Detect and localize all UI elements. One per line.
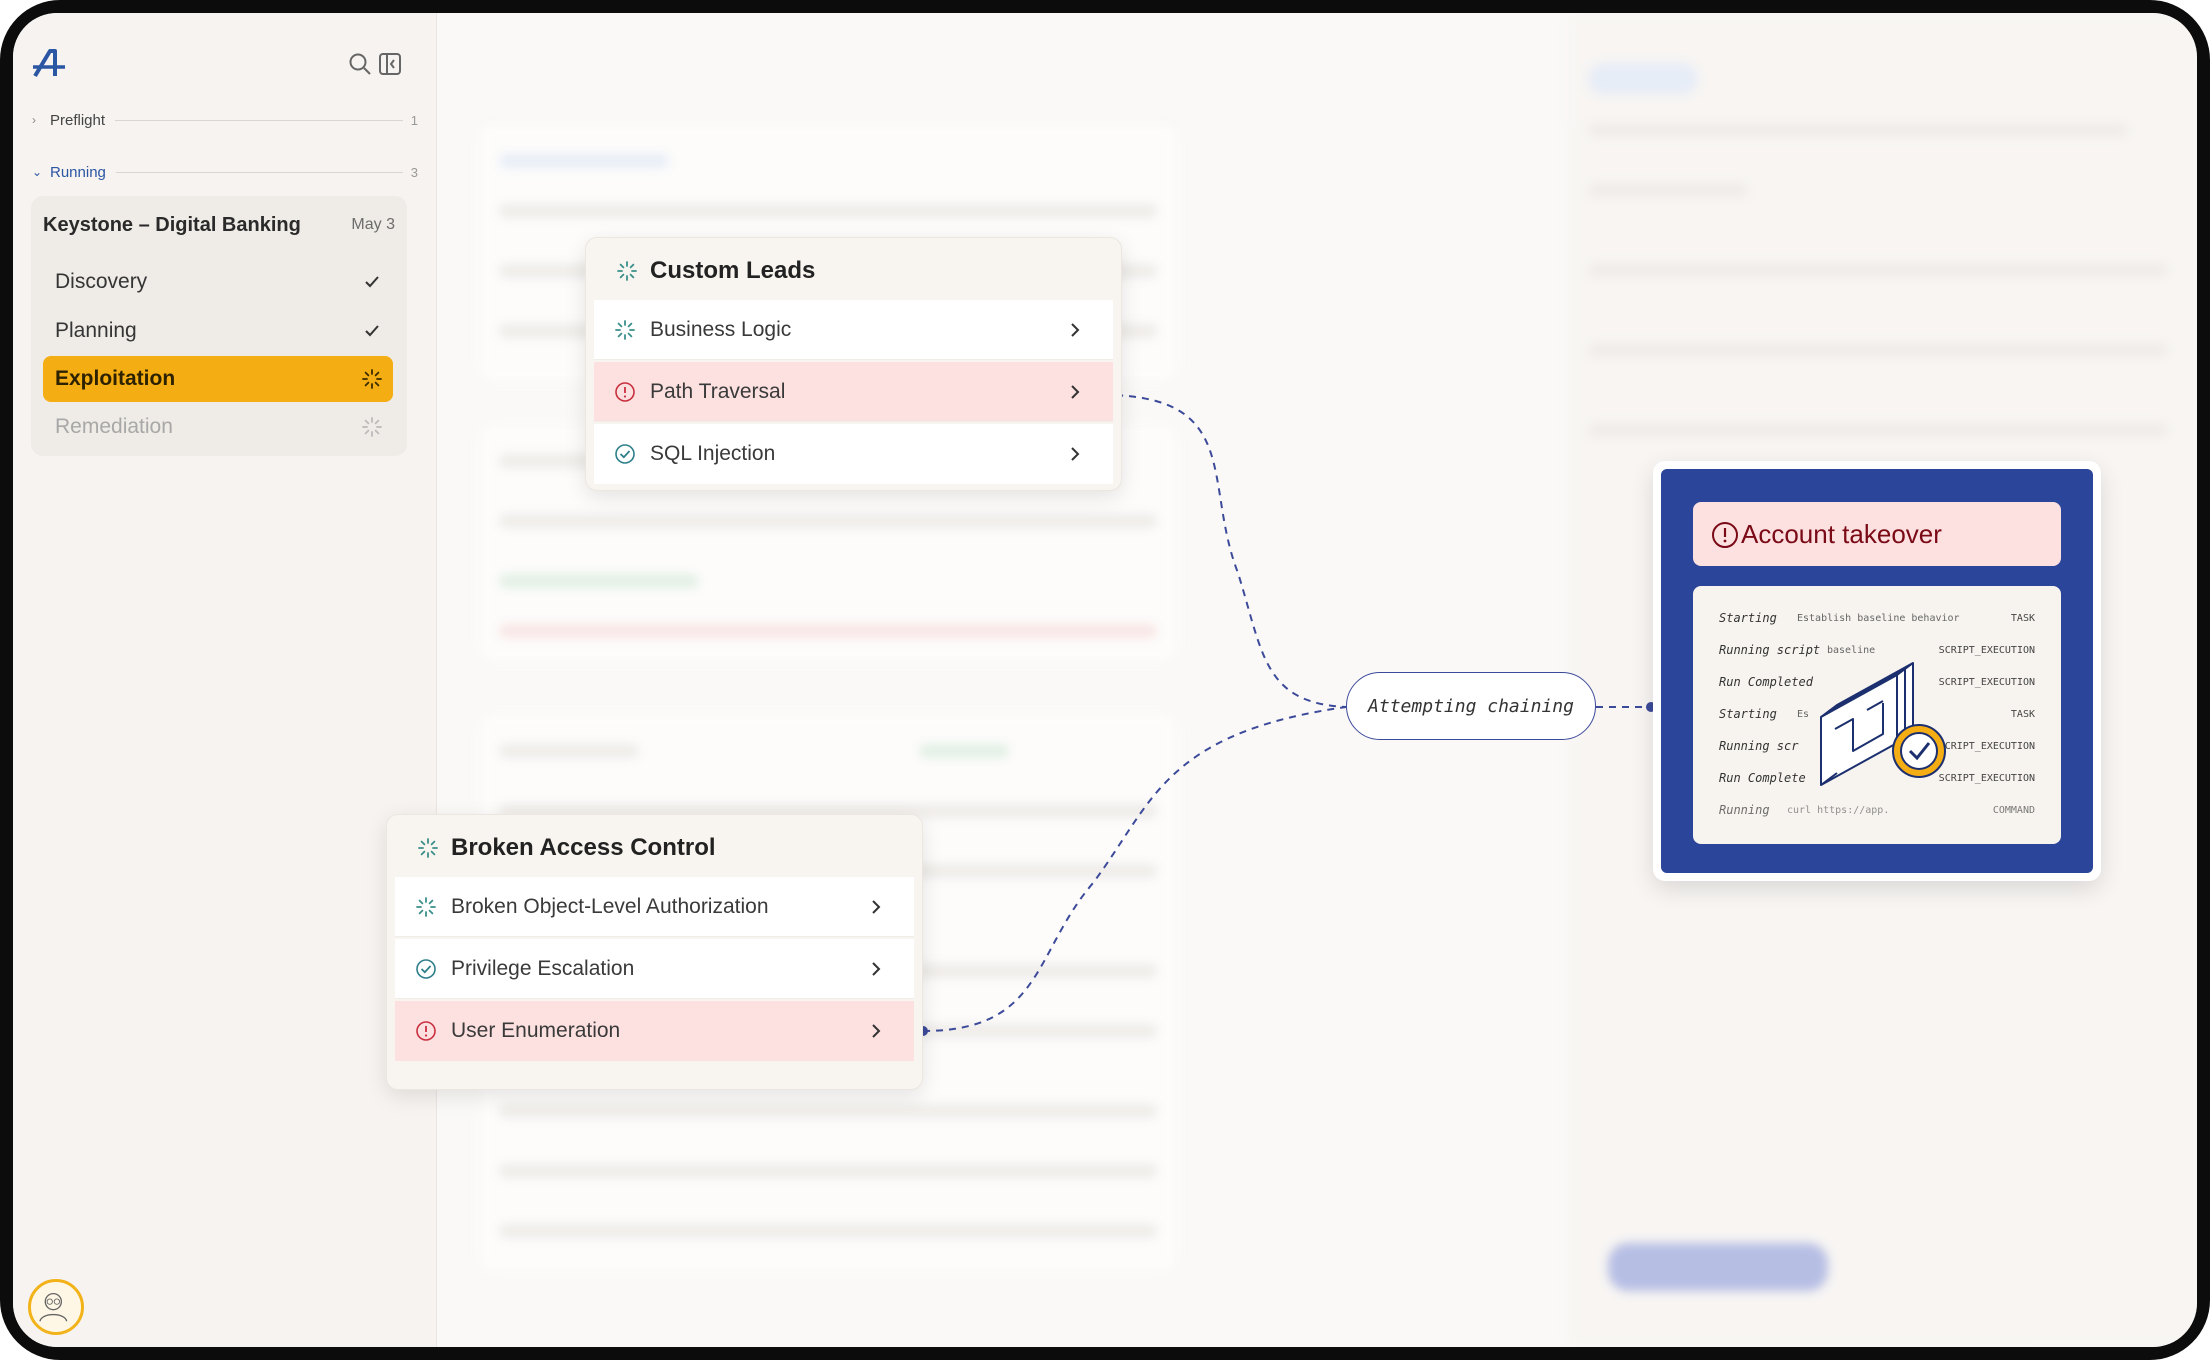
lead-item-sql-injection[interactable]: SQL Injection [594, 424, 1113, 484]
log-row: Starting Establish baseline behavior TAS… [1719, 608, 2035, 628]
log-type: SCRIPT_EXECUTION [1938, 676, 2035, 688]
takeover-panel: Account takeover Starting Establish base… [1661, 469, 2093, 873]
check-circle-icon [416, 958, 436, 979]
project-card[interactable]: Keystone – Digital Banking May 3 Discove… [31, 196, 407, 456]
section-running[interactable]: ⌄ Running 3 [32, 161, 418, 183]
alert-icon [416, 1021, 436, 1041]
log-type: TASK [2010, 708, 2035, 720]
divider [115, 171, 403, 173]
item-label: SQL Injection [650, 442, 776, 465]
chevron-right-icon [872, 900, 881, 914]
execution-log: Starting Establish baseline behavior TAS… [1693, 586, 2061, 844]
section-label: Preflight [50, 111, 106, 129]
step-discovery[interactable]: Discovery [43, 259, 393, 305]
chaining-status-pill: Attempting chaining [1346, 672, 1596, 740]
lead-item-path-traversal[interactable]: Path Traversal [594, 362, 1113, 422]
spinner-icon [617, 261, 637, 281]
spinner-icon [615, 319, 635, 340]
chevron-right-icon [1071, 385, 1080, 399]
lead-item-user-enumeration[interactable]: User Enumeration [395, 1001, 914, 1061]
log-state: Running scr [1719, 739, 1799, 753]
custom-leads-card: Custom Leads Business Logic Path Travers… [585, 237, 1122, 491]
app-logo-icon[interactable] [31, 48, 69, 80]
log-type: TASK [2010, 612, 2035, 624]
lead-item-bola[interactable]: Broken Object-Level Authorization [395, 877, 914, 937]
log-type: SCRIPT_EXECUTION [1938, 644, 2035, 656]
section-preflight[interactable]: › Preflight 1 [32, 109, 418, 131]
alert-icon [1712, 522, 1738, 548]
verified-badge-icon [1820, 662, 1946, 786]
step-label: Discovery [55, 270, 148, 293]
check-icon [365, 276, 379, 288]
item-label: Path Traversal [650, 379, 786, 403]
step-label: Exploitation [55, 367, 176, 390]
step-label: Remediation [55, 415, 173, 438]
app-screen: › Preflight 1 ⌄ Running 3 Keystone – Dig… [13, 13, 2197, 1347]
log-state: Starting [1719, 611, 1777, 625]
project-date: May 3 [351, 216, 395, 233]
lead-item-business-logic[interactable]: Business Logic [594, 300, 1113, 360]
alert-icon [615, 381, 635, 402]
check-icon [365, 325, 379, 337]
chaining-label: Attempting chaining [1368, 695, 1574, 717]
log-state: Starting [1719, 707, 1777, 721]
step-label: Planning [55, 319, 137, 342]
card-header: Broken Access Control [417, 834, 716, 862]
card-header: Custom Leads [616, 257, 815, 285]
divider [115, 119, 403, 121]
log-state: Running [1719, 803, 1770, 817]
takeover-title: Account takeover [1741, 518, 1942, 549]
step-planning[interactable]: Planning [43, 308, 393, 354]
chevron-right-icon [872, 1024, 881, 1038]
step-exploitation[interactable]: Exploitation [43, 356, 393, 402]
lead-item-privilege-escalation[interactable]: Privilege Escalation [395, 939, 914, 999]
spinner-icon [418, 838, 438, 858]
collapse-sidebar-icon[interactable] [377, 51, 403, 77]
device-frame: › Preflight 1 ⌄ Running 3 Keystone – Dig… [0, 0, 2210, 1360]
card-title: Broken Access Control [451, 834, 716, 861]
item-label: Broken Object-Level Authorization [451, 894, 769, 918]
step-remediation[interactable]: Remediation [43, 404, 393, 450]
card-title: Custom Leads [650, 257, 816, 284]
spinner-icon [362, 369, 382, 389]
item-label: Privilege Escalation [451, 956, 635, 980]
log-type: SCRIPT_EXECUTION [1938, 740, 2035, 752]
sidebar: › Preflight 1 ⌄ Running 3 Keystone – Dig… [13, 13, 437, 1347]
check-circle-icon [615, 444, 635, 464]
log-desc: curl https://app. [1787, 804, 1890, 816]
chevron-right-icon [1071, 323, 1080, 337]
account-takeover-card[interactable]: Account takeover Starting Establish base… [1653, 461, 2101, 881]
project-title: Keystone – Digital Banking [43, 214, 301, 236]
chevron-right-icon [1071, 447, 1080, 461]
spinner-icon [362, 417, 382, 437]
chevron-down-icon: ⌄ [32, 165, 43, 179]
spinner-icon [416, 896, 436, 917]
takeover-header: Account takeover [1693, 502, 2061, 566]
item-label: Business Logic [650, 317, 792, 341]
section-label: Running [50, 163, 106, 181]
log-row: Running curl https://app. COMMAND [1719, 800, 2035, 820]
search-icon[interactable] [347, 51, 373, 77]
broken-access-control-card: Broken Access Control Broken Object-Leve… [386, 814, 923, 1090]
log-desc: Establish baseline behavior [1797, 612, 1960, 624]
user-avatar[interactable] [28, 1279, 84, 1335]
section-count: 3 [410, 164, 418, 180]
chevron-right-icon: › [32, 113, 36, 127]
chevron-right-icon [872, 962, 881, 976]
item-label: User Enumeration [451, 1019, 621, 1042]
log-type: SCRIPT_EXECUTION [1938, 772, 2035, 784]
section-count: 1 [410, 112, 418, 128]
log-type: COMMAND [1992, 804, 2035, 816]
